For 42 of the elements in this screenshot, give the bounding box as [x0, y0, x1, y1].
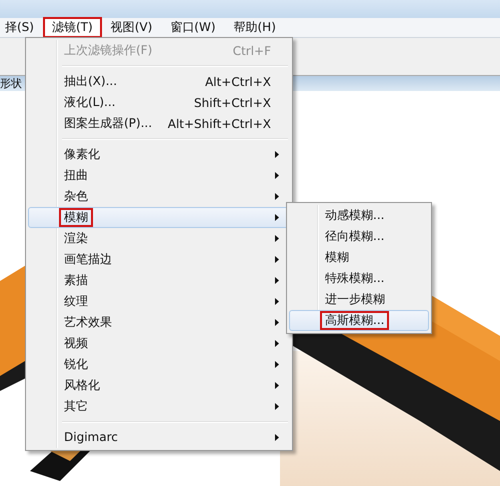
menu-item[interactable]: 特殊模糊...: [289, 268, 429, 289]
menu-item[interactable]: Digimarc: [28, 427, 290, 448]
menu-item[interactable]: 杂色: [28, 186, 290, 207]
submenu-arrow-icon: [275, 193, 279, 200]
menu-bar-item[interactable]: 择(S): [0, 17, 43, 38]
menu-item[interactable]: 纹理: [28, 291, 290, 312]
submenu-arrow-icon: [275, 340, 279, 347]
menu-item[interactable]: 艺术效果: [28, 312, 290, 333]
menu-item[interactable]: 径向模糊...: [289, 226, 429, 247]
menu-bar-item[interactable]: 帮助(H): [224, 17, 285, 38]
menu-item[interactable]: 像素化: [28, 144, 290, 165]
menu-item[interactable]: 其它: [28, 396, 290, 417]
submenu-arrow-icon: [275, 382, 279, 389]
menu-item[interactable]: 图案生成器(P)... Alt+Shift+Ctrl+X: [28, 113, 290, 134]
submenu-arrow-icon: [275, 214, 279, 221]
menu-item[interactable]: 素描: [28, 270, 290, 291]
submenu-arrow-icon: [275, 235, 279, 242]
submenu-arrow-icon: [275, 151, 279, 158]
submenu-arrow-icon: [275, 256, 279, 263]
menu-bar-item[interactable]: 视图(V): [102, 17, 162, 38]
menu-item[interactable]: 抽出(X)... Alt+Ctrl+X: [28, 71, 290, 92]
submenu-arrow-icon: [275, 403, 279, 410]
menu-item[interactable]: 模糊: [289, 247, 429, 268]
menu-item[interactable]: 动感模糊...: [289, 205, 429, 226]
menu-item[interactable]: 风格化: [28, 375, 290, 396]
submenu-arrow-icon: [275, 172, 279, 179]
menu-bar-item[interactable]: 窗口(W): [161, 17, 224, 38]
menu-item[interactable]: 液化(L)... Shift+Ctrl+X: [28, 92, 290, 113]
submenu-arrow-icon: [275, 298, 279, 305]
menu-item[interactable]: 锐化: [28, 354, 290, 375]
menu-item[interactable]: 画笔描边: [28, 249, 290, 270]
menu-item[interactable]: 扭曲: [28, 165, 290, 186]
submenu-arrow-icon: [275, 319, 279, 326]
menu-item[interactable]: 进一步模糊: [289, 289, 429, 310]
submenu-arrow-icon: [275, 361, 279, 368]
menu-item[interactable]: 渲染: [28, 228, 290, 249]
menu-bar-item[interactable]: 滤镜(T): [42, 17, 102, 38]
menu-item[interactable]: 高斯模糊...: [289, 310, 429, 331]
document-tab[interactable]: 形状: [0, 77, 22, 90]
submenu-arrow-icon: [275, 277, 279, 284]
menu-item[interactable]: 视频: [28, 333, 290, 354]
submenu-arrow-icon: [275, 434, 279, 441]
